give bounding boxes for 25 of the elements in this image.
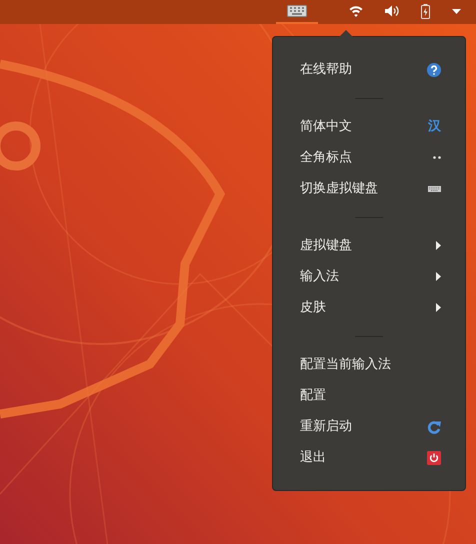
menu-item[interactable]: 简体中文 汉 <box>273 111 465 142</box>
keyboard-icon <box>287 5 307 17</box>
submenu-arrow-icon <box>436 272 441 281</box>
menu-item[interactable]: 重新启动 <box>273 411 465 442</box>
refresh-icon <box>427 420 441 434</box>
menu-item[interactable]: 虚拟键盘 <box>273 230 465 261</box>
volume-icon <box>385 5 399 17</box>
power-icon <box>427 450 441 464</box>
dots-icon <box>433 156 441 159</box>
menu-item[interactable]: 退出 <box>273 442 465 473</box>
caret-icon <box>452 8 461 14</box>
help-icon <box>427 62 441 76</box>
keyboard-icon <box>428 186 441 192</box>
submenu-arrow-icon <box>436 241 441 250</box>
battery-icon <box>421 4 430 18</box>
menu-item[interactable]: 在线帮助 <box>273 54 465 85</box>
menu-item[interactable]: 全角标点 <box>273 142 465 173</box>
language-indicator: 汉 <box>428 118 441 136</box>
menu-item[interactable]: 配置当前输入法 <box>273 349 465 380</box>
menu-item[interactable]: 配置 <box>273 380 465 411</box>
menu-item[interactable]: 输入法 <box>273 261 465 292</box>
wifi-icon <box>349 5 363 17</box>
submenu-arrow-icon <box>436 303 441 312</box>
menu-item[interactable]: 切换虚拟键盘 <box>273 173 465 204</box>
menu-item[interactable]: 皮肤 <box>273 292 465 323</box>
